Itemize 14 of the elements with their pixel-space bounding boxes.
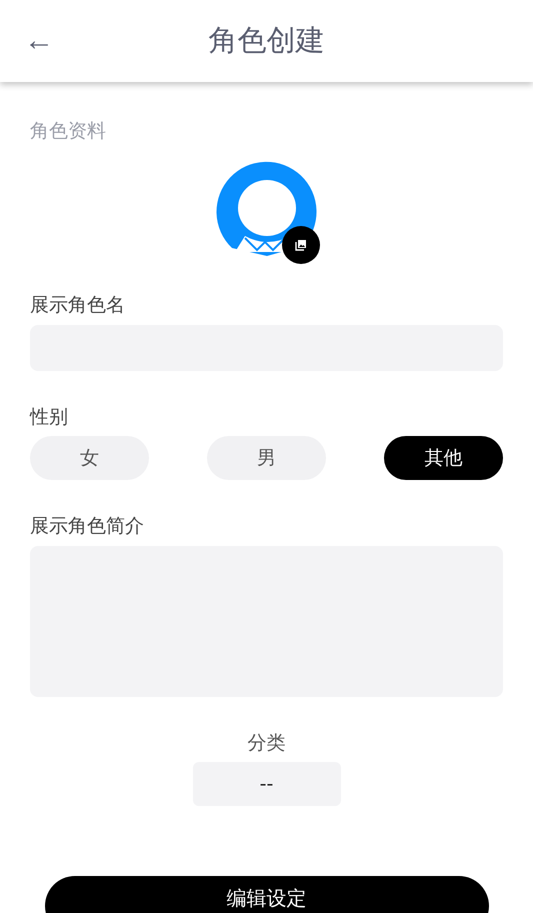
gender-option[interactable]: 男 [207, 436, 326, 480]
back-button[interactable]: ← [24, 26, 54, 56]
field-label: 展示角色名 [30, 293, 126, 318]
avatar-upload-button[interactable] [214, 160, 318, 264]
image-icon [282, 226, 320, 264]
gender-option[interactable]: 女 [30, 436, 149, 480]
field-label: 性别 [30, 405, 69, 430]
edit-settings-button[interactable]: 编辑设定 [44, 876, 488, 913]
field-label: 分类 [248, 731, 286, 756]
section-title: 角色资料 [30, 119, 107, 144]
category-select[interactable]: -- [192, 762, 340, 806]
gender-option[interactable]: 其他 [384, 436, 503, 480]
field-label: 展示角色简介 [30, 514, 145, 539]
page-title: 角色创建 [208, 22, 324, 59]
